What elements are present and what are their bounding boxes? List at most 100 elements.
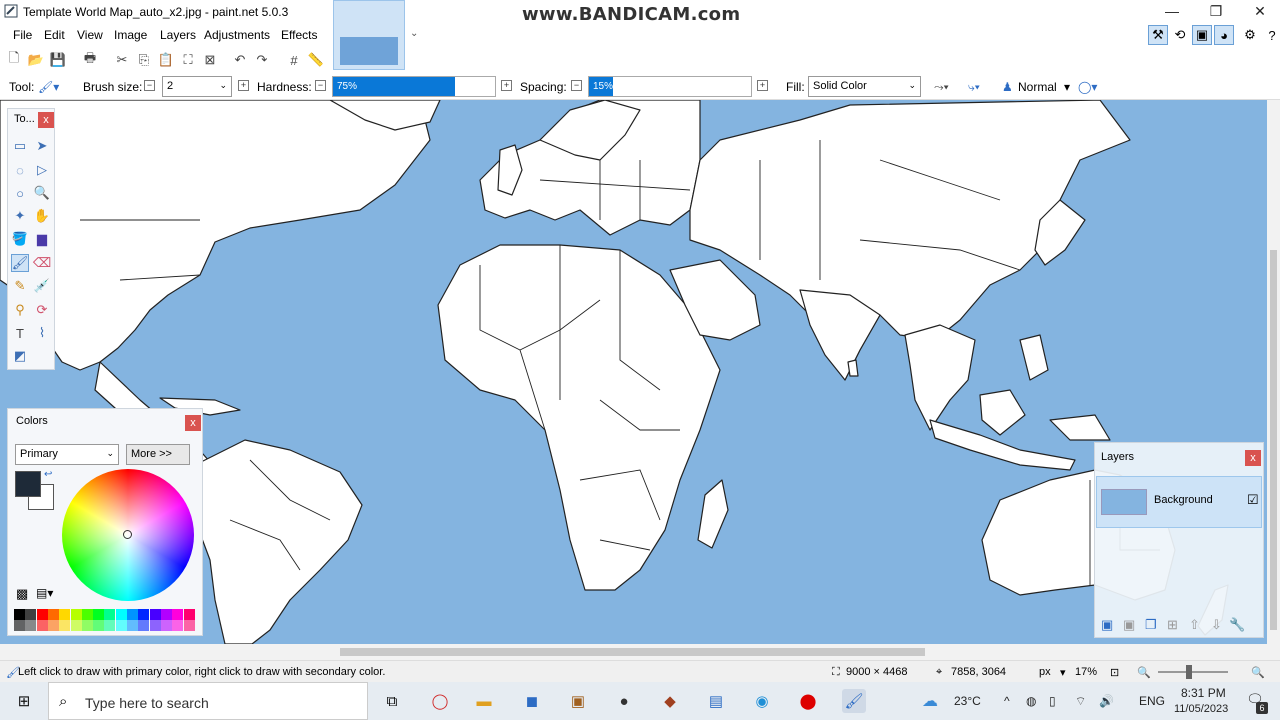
more-colors-button[interactable]: More >> — [126, 444, 190, 465]
print-icon[interactable]: 🖶 — [82, 50, 98, 68]
undo-icon[interactable]: ↶ — [232, 52, 248, 68]
palette-swatch[interactable] — [25, 609, 37, 620]
paste-icon[interactable]: 📋 — [158, 52, 174, 68]
hardness-plus-button[interactable]: + — [501, 80, 512, 91]
paintbrush-tool-icon[interactable]: 🖌 — [11, 254, 29, 272]
zoom-tool-icon[interactable]: 🔍 — [33, 184, 51, 202]
layers-toggle-icon[interactable]: ▣ — [1192, 25, 1212, 45]
move-selection-tool-icon[interactable]: ▷ — [33, 161, 51, 179]
tools-panel-close-button[interactable]: x — [38, 112, 54, 128]
brush-size-input[interactable]: 2 ⌄ — [162, 76, 232, 97]
spacing-plus-button[interactable]: + — [757, 80, 768, 91]
menu-layers[interactable]: Layers — [160, 28, 196, 42]
grid-icon[interactable]: # — [286, 52, 302, 68]
eraser-tool-icon[interactable]: ⌫ — [33, 254, 51, 272]
units-select[interactable]: px — [1039, 666, 1051, 678]
pan-tool-icon[interactable]: ✋ — [33, 207, 51, 225]
window-app-icon[interactable]: ▤ — [704, 689, 728, 713]
colors-toggle-icon[interactable]: ◕ — [1214, 25, 1234, 45]
task-view-icon[interactable]: ⧉ — [380, 689, 404, 713]
zoom-slider[interactable] — [1158, 665, 1228, 679]
paint-bucket-tool-icon[interactable]: 🪣 — [11, 230, 29, 248]
chevron-down-icon[interactable]: ▾ — [1064, 80, 1070, 94]
palette-swatch[interactable] — [183, 609, 195, 620]
video-app-icon[interactable]: ◆ — [658, 689, 682, 713]
zoom-level[interactable]: 17% — [1075, 666, 1097, 678]
gradient-tool-icon[interactable]: ▆ — [33, 230, 51, 248]
palette-swatch[interactable] — [138, 620, 150, 631]
menu-file[interactable]: File — [13, 28, 32, 42]
pencil-tool-icon[interactable]: ✎ — [11, 277, 29, 295]
edge-browser-icon[interactable]: ◉ — [750, 689, 774, 713]
add-layer-icon[interactable]: ▣ — [1101, 617, 1113, 633]
palette-swatch[interactable] — [81, 620, 93, 631]
blend-mode-value[interactable]: Normal — [1018, 80, 1057, 94]
palette-swatch[interactable] — [93, 620, 105, 631]
palette-swatch[interactable] — [47, 609, 59, 620]
microsoft-store-icon[interactable]: ◼ — [520, 689, 544, 713]
chevron-down-icon[interactable]: ⌄ — [410, 28, 418, 39]
selection-clip-icon[interactable]: ◯▾ — [1078, 80, 1097, 94]
ellipse-select-tool-icon[interactable]: ○ — [11, 184, 29, 202]
palette-swatch[interactable] — [115, 609, 127, 620]
palette-swatch[interactable] — [14, 609, 25, 620]
layers-panel-close-button[interactable]: x — [1245, 450, 1261, 466]
palette-swatch[interactable] — [59, 609, 71, 620]
hardness-slider[interactable]: 75% — [332, 76, 496, 97]
palette-swatch[interactable] — [59, 620, 71, 631]
palette-swatch[interactable] — [70, 620, 82, 631]
wifi-icon[interactable]: ⌔ — [1075, 694, 1086, 709]
ruler-icon[interactable]: 📏 — [308, 52, 324, 68]
antialiasing-icon[interactable]: ⤳▾ — [934, 80, 949, 95]
help-icon[interactable]: ? — [1262, 25, 1280, 45]
swap-colors-icon[interactable]: ↩ — [44, 469, 52, 480]
image-tab-thumbnail[interactable] — [333, 0, 405, 70]
rectangle-select-tool-icon[interactable]: ▭ — [11, 137, 29, 155]
vertical-scrollbar[interactable] — [1267, 100, 1280, 644]
palette-swatch[interactable] — [36, 620, 48, 631]
palette-swatch[interactable] — [149, 620, 161, 631]
recolor-tool-icon[interactable]: ⟳ — [33, 301, 51, 319]
palette-swatch[interactable] — [115, 620, 127, 631]
menu-adjustments[interactable]: Adjustments — [204, 28, 270, 42]
palette-swatch[interactable] — [25, 620, 37, 631]
menu-effects[interactable]: Effects — [281, 28, 317, 42]
weather-cloud-icon[interactable]: ☁ — [922, 691, 938, 711]
palette-menu-icon[interactable]: ▤▾ — [36, 586, 53, 600]
brush-size-plus-button[interactable]: + — [238, 80, 249, 91]
colors-panel-close-button[interactable]: x — [185, 415, 201, 431]
palette-swatch[interactable] — [149, 609, 161, 620]
palette-swatch[interactable] — [127, 609, 138, 620]
palette-swatch[interactable] — [70, 609, 82, 620]
palette-swatch[interactable] — [14, 620, 25, 631]
windows-start-icon[interactable]: ⊞ — [12, 689, 36, 713]
blend-mode-icon[interactable]: ♟ — [1002, 80, 1013, 94]
close-window-button[interactable]: ✕ — [1238, 0, 1280, 22]
speaker-icon[interactable]: 🔊 — [1099, 694, 1114, 708]
clock-time[interactable]: 8:31 PM — [1181, 686, 1226, 700]
palette-swatch[interactable] — [127, 620, 138, 631]
color-picker-tool-icon[interactable]: 💉 — [33, 277, 51, 295]
menu-image[interactable]: Image — [114, 28, 147, 42]
move-layer-down-icon[interactable]: ⇩ — [1211, 617, 1222, 633]
input-language[interactable]: ENG — [1139, 694, 1165, 708]
chevron-down-icon[interactable]: ▾ — [1060, 666, 1066, 679]
merge-layer-icon[interactable]: ⊞ — [1167, 617, 1178, 633]
palette-swatch[interactable] — [104, 620, 116, 631]
zoom-fit-icon[interactable]: ⊡ — [1110, 666, 1119, 679]
palette-swatch[interactable] — [81, 609, 93, 620]
file-explorer-icon[interactable]: ▬ — [472, 689, 496, 713]
cut-icon[interactable]: ✂ — [114, 52, 130, 68]
spacing-slider[interactable]: 15% — [588, 76, 752, 97]
weather-temperature[interactable]: 23°C — [954, 694, 981, 708]
duplicate-layer-icon[interactable]: ❐ — [1145, 617, 1157, 633]
deselect-icon[interactable]: ⊠ — [202, 52, 218, 68]
new-file-icon[interactable]: 🗋 — [6, 50, 22, 68]
palette-swatch[interactable] — [93, 609, 105, 620]
color-wheel[interactable] — [62, 469, 194, 601]
palette-swatch[interactable] — [160, 609, 172, 620]
palette-swatch[interactable] — [104, 609, 116, 620]
horizontal-scroll-thumb[interactable] — [340, 648, 925, 656]
zoom-slider-knob[interactable] — [1186, 665, 1192, 679]
copy-icon[interactable]: ⎘ — [136, 52, 152, 68]
